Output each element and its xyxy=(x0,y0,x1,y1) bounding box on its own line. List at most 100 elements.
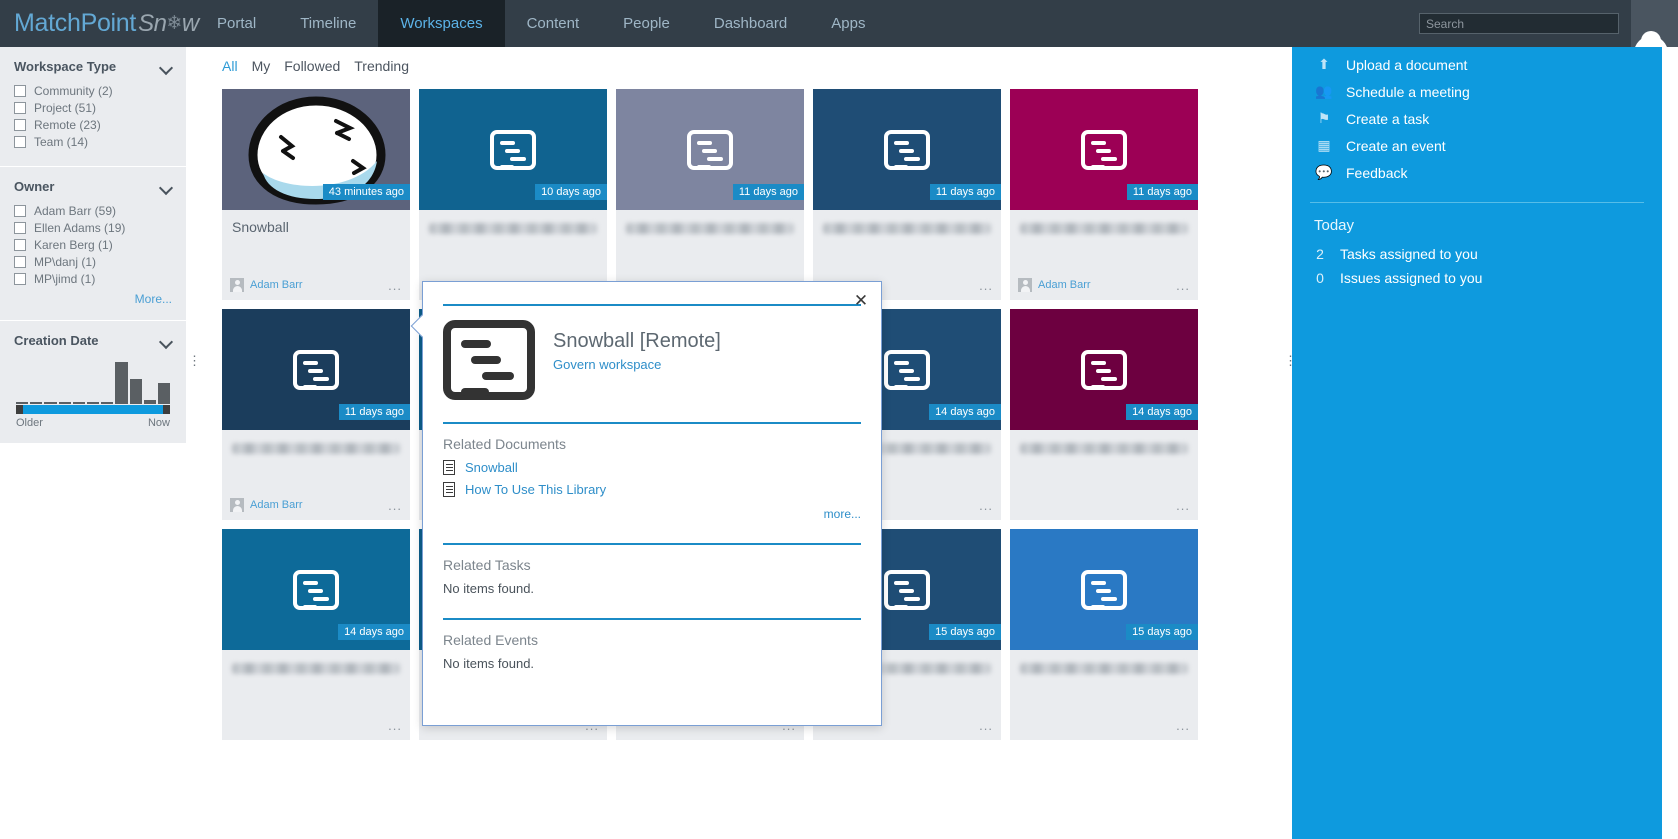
nav-item-portal[interactable]: Portal xyxy=(195,0,278,47)
checkbox[interactable] xyxy=(14,239,26,251)
quick-action-feedback[interactable]: 💬 Feedback xyxy=(1292,159,1662,186)
nav-item-workspaces[interactable]: Workspaces xyxy=(378,0,505,47)
facet-option[interactable]: Project (51) xyxy=(14,101,172,115)
card-menu-icon[interactable]: ... xyxy=(388,498,402,513)
workspace-card[interactable]: 11 days ago... xyxy=(616,89,804,300)
quick-action-create-an-event[interactable]: ▦ Create an event xyxy=(1292,132,1662,159)
card-menu-icon[interactable]: ... xyxy=(388,718,402,733)
facet-option-label: Remote (23) xyxy=(34,118,101,132)
card-title-area xyxy=(222,650,410,710)
checkbox[interactable] xyxy=(14,256,26,268)
card-title-blurred xyxy=(823,223,991,234)
slider-handle-left[interactable] xyxy=(16,405,23,414)
workspace-card[interactable]: 11 days ago... xyxy=(813,89,1001,300)
card-title-blurred xyxy=(232,443,400,454)
workspace-card[interactable]: 11 days ago Adam Barr... xyxy=(222,309,410,520)
card-image: 11 days ago xyxy=(222,309,410,430)
owner-link[interactable]: Adam Barr xyxy=(250,279,303,291)
nav-item-apps[interactable]: Apps xyxy=(809,0,887,47)
close-icon[interactable]: ✕ xyxy=(852,292,870,310)
chevron-down-icon[interactable] xyxy=(160,61,172,73)
quick-actions-list: ⬆ Upload a document 👥 Schedule a meeting ⚑ Cr… xyxy=(1292,47,1662,198)
facet-option-label: Community (2) xyxy=(34,84,113,98)
timestamp-badge: 14 days ago xyxy=(338,624,410,640)
slider-handle-right[interactable] xyxy=(163,405,170,414)
nav-item-timeline[interactable]: Timeline xyxy=(278,0,378,47)
workspace-card[interactable]: 11 days ago Adam Barr... xyxy=(1010,89,1198,300)
tab-my[interactable]: My xyxy=(252,58,271,74)
section-more-link[interactable]: more... xyxy=(443,507,861,521)
date-range-slider[interactable] xyxy=(16,405,170,414)
icon-line-3 xyxy=(904,376,920,381)
card-menu-icon[interactable]: ... xyxy=(388,278,402,293)
facet-option[interactable]: MP\jimd (1) xyxy=(14,272,172,286)
workspace-card[interactable]: 14 days ago... xyxy=(222,529,410,740)
facet-option[interactable]: MP\danj (1) xyxy=(14,255,172,269)
chevron-down-icon[interactable] xyxy=(160,181,172,193)
workspace-icon xyxy=(687,129,733,170)
card-menu-icon[interactable]: ... xyxy=(1176,278,1190,293)
icon-line-2 xyxy=(308,588,323,593)
chevron-down-icon[interactable] xyxy=(160,335,172,347)
owner-link[interactable]: Adam Barr xyxy=(1038,279,1091,291)
facet-option[interactable]: Remote (23) xyxy=(14,118,172,132)
govern-workspace-link[interactable]: Govern workspace xyxy=(553,357,721,372)
card-title-area xyxy=(222,430,410,490)
card-footer: ... xyxy=(1010,490,1198,520)
facet-option-label: Adam Barr (59) xyxy=(34,204,117,218)
document-row[interactable]: Snowball xyxy=(443,460,861,475)
nav-item-people[interactable]: People xyxy=(601,0,692,47)
card-menu-icon[interactable]: ... xyxy=(1176,498,1190,513)
document-link[interactable]: Snowball xyxy=(465,460,518,475)
tab-all[interactable]: All xyxy=(222,58,238,74)
facet-option[interactable]: Karen Berg (1) xyxy=(14,238,172,252)
card-menu-icon[interactable]: ... xyxy=(979,498,993,513)
facet-option[interactable]: Team (14) xyxy=(14,135,172,149)
workspace-card[interactable]: 15 days ago... xyxy=(1010,529,1198,740)
checkbox[interactable] xyxy=(14,205,26,217)
workspace-card[interactable]: 43 minutes ago Snowball Adam Barr... xyxy=(222,89,410,300)
histogram-bar xyxy=(30,401,43,404)
icon-line-2 xyxy=(899,368,914,373)
user-avatar[interactable] xyxy=(1631,0,1678,47)
checkbox[interactable] xyxy=(14,102,26,114)
checkbox[interactable] xyxy=(14,119,26,131)
timestamp-badge: 11 days ago xyxy=(338,404,410,420)
facet-more-link[interactable]: More... xyxy=(14,292,172,306)
left-column-drag-handle[interactable]: ⋮ xyxy=(188,354,202,367)
document-link[interactable]: How To Use This Library xyxy=(465,482,606,497)
icon-line-4 xyxy=(303,384,317,389)
quick-action-label: Create an event xyxy=(1346,137,1446,154)
stat-label: Issues assigned to you xyxy=(1340,270,1483,286)
timestamp-badge: 10 days ago xyxy=(535,184,607,200)
quick-action-schedule-a-meeting[interactable]: 👥 Schedule a meeting xyxy=(1292,78,1662,105)
checkbox[interactable] xyxy=(14,222,26,234)
checkbox[interactable] xyxy=(14,85,26,97)
card-menu-icon[interactable]: ... xyxy=(1176,718,1190,733)
facet-option[interactable]: Adam Barr (59) xyxy=(14,204,172,218)
today-stat[interactable]: 2 Tasks assigned to you xyxy=(1292,242,1662,266)
nav-item-content[interactable]: Content xyxy=(505,0,602,47)
checkbox[interactable] xyxy=(14,136,26,148)
quick-action-create-a-task[interactable]: ⚑ Create a task xyxy=(1292,105,1662,132)
nav-item-dashboard[interactable]: Dashboard xyxy=(692,0,809,47)
quick-action-upload-a-document[interactable]: ⬆ Upload a document xyxy=(1292,51,1662,78)
brand-logo[interactable]: MatchPoint Sn ❄ w xyxy=(0,0,199,47)
workspace-card[interactable]: 10 days ago... xyxy=(419,89,607,300)
facet-option[interactable]: Community (2) xyxy=(14,84,172,98)
facet-option[interactable]: Ellen Adams (19) xyxy=(14,221,172,235)
card-menu-icon[interactable]: ... xyxy=(979,718,993,733)
checkbox[interactable] xyxy=(14,273,26,285)
owner-link[interactable]: Adam Barr xyxy=(250,499,303,511)
card-title-area xyxy=(1010,210,1198,270)
search-input[interactable] xyxy=(1419,13,1619,34)
today-stat[interactable]: 0 Issues assigned to you xyxy=(1292,266,1662,290)
tab-followed[interactable]: Followed xyxy=(284,58,340,74)
workspace-card[interactable]: 14 days ago... xyxy=(1010,309,1198,520)
tab-trending[interactable]: Trending xyxy=(354,58,409,74)
document-row[interactable]: How To Use This Library xyxy=(443,482,861,497)
icon-line-2 xyxy=(899,588,914,593)
card-title-area xyxy=(813,210,1001,270)
workspace-icon xyxy=(443,320,535,400)
card-menu-icon[interactable]: ... xyxy=(979,278,993,293)
